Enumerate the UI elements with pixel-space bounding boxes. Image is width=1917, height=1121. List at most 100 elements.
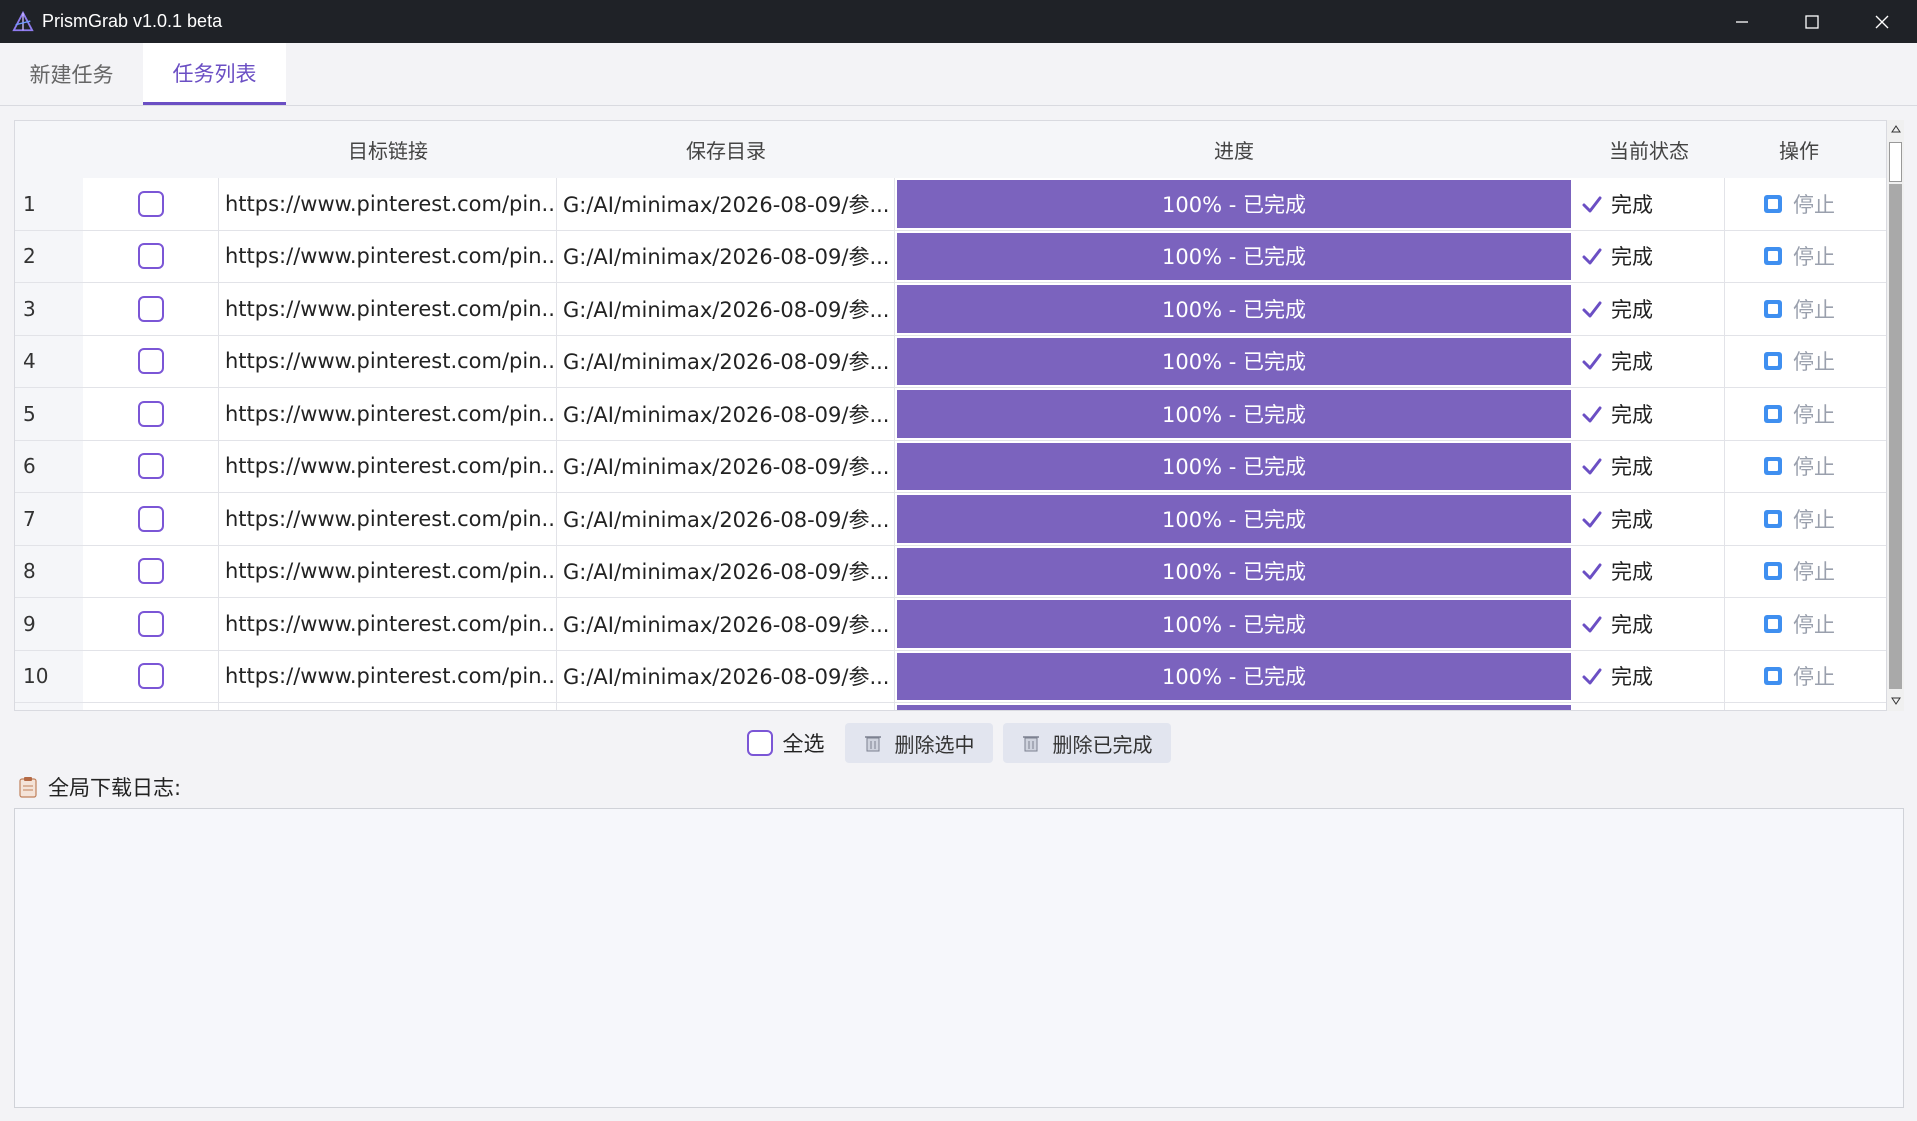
row-state: 完成 [1611, 245, 1653, 270]
row-checkbox[interactable] [137, 453, 164, 480]
stop-square-icon [1764, 509, 1782, 528]
row-progress-cell: 100% - 已完成 [895, 178, 1573, 230]
row-stop-button[interactable]: 停止 [1725, 336, 1873, 388]
row-stop-button[interactable]: 停止 [1725, 283, 1873, 335]
row-state: 完成 [1611, 402, 1653, 427]
checkmark-icon [1582, 458, 1602, 475]
row-stop-button[interactable]: 停止 [1725, 388, 1873, 440]
row-state-cell: 完成 [1573, 650, 1725, 702]
table-row[interactable]: 6 https://www.pinterest.com/pin... G:/AI… [15, 440, 1887, 493]
row-state-cell: 完成 [1573, 388, 1725, 440]
row-progress-bar: 100% - 已完成 [897, 600, 1571, 648]
row-progress-text: 100% - 已完成 [1162, 665, 1306, 690]
row-state: 完成 [1611, 455, 1653, 480]
table-row[interactable]: 1 https://www.pinterest.com/pin... G:/AI… [15, 178, 1887, 231]
scroll-track[interactable] [1889, 184, 1902, 689]
row-progress-bar: 100% - 已完成 [897, 547, 1571, 595]
row-progress-text: 100% - 已完成 [1162, 402, 1306, 427]
row-index: 6 [15, 440, 83, 492]
row-index: 9 [15, 598, 83, 650]
tab-new-task[interactable]: 新建任务 [0, 43, 143, 105]
table-row[interactable]: 10 https://www.pinterest.com/pin... G:/A… [15, 650, 1887, 703]
checkmark-icon [1582, 196, 1602, 213]
row-state-cell: 完成 [1573, 545, 1725, 597]
maximize-button[interactable] [1777, 0, 1847, 43]
table-row[interactable]: 8 https://www.pinterest.com/pin... G:/AI… [15, 545, 1887, 598]
checkmark-icon [1582, 511, 1602, 528]
table-row[interactable]: 5 https://www.pinterest.com/pin... G:/AI… [15, 388, 1887, 441]
row-state: 完成 [1611, 560, 1653, 585]
row-stop-button[interactable]: 停止 [1725, 651, 1873, 703]
table-row[interactable]: 3 https://www.pinterest.com/pin... G:/AI… [15, 283, 1887, 336]
log-output[interactable] [14, 808, 1904, 1108]
row-index: 4 [15, 335, 83, 387]
delete-selected-button[interactable]: 删除选中 [844, 723, 993, 763]
row-checkbox[interactable] [137, 663, 164, 690]
checkmark-icon [1582, 406, 1602, 423]
table-row[interactable]: 7 https://www.pinterest.com/pin... G:/AI… [15, 493, 1887, 546]
row-url: https://www.pinterest.com/pin... [219, 545, 557, 597]
scroll-down-icon[interactable] [1888, 693, 1904, 709]
header-dir[interactable]: 保存目录 [557, 121, 895, 178]
row-state-cell: 完成 [1573, 230, 1725, 282]
table-scrollbar[interactable] [1886, 120, 1904, 711]
row-progress-text: 100% - 已完成 [1162, 455, 1306, 480]
row-progress-cell: 100% - 已完成 [895, 283, 1573, 335]
row-stop-label: 停止 [1793, 507, 1835, 532]
row-progress-bar: 100% - 已完成 [897, 232, 1571, 280]
row-stop-button[interactable]: 停止 [1725, 546, 1873, 598]
select-all-box[interactable] [746, 730, 773, 756]
row-stop-button[interactable]: 停止 [1725, 598, 1873, 650]
stop-square-icon [1764, 299, 1782, 318]
row-checkbox-cell [83, 650, 219, 702]
row-stop-button[interactable]: 停止 [1725, 441, 1873, 493]
table-row[interactable]: 4 https://www.pinterest.com/pin... G:/AI… [15, 335, 1887, 388]
row-checkbox[interactable] [137, 348, 164, 375]
stop-square-icon [1764, 247, 1782, 266]
header-op[interactable]: 操作 [1725, 121, 1873, 178]
row-state-cell: 完成 [1573, 283, 1725, 335]
row-progress-cell: 100% - 已完成 [895, 651, 1573, 703]
row-checkbox[interactable] [137, 295, 164, 322]
row-dir: G:/AI/minimax/2026-08-09/参... [557, 335, 895, 387]
scroll-thumb[interactable] [1889, 142, 1902, 182]
row-progress-cell: 100% - 已完成 [895, 441, 1573, 493]
select-all-checkbox[interactable]: 全选 [746, 728, 825, 758]
row-checkbox[interactable] [137, 400, 164, 427]
row-checkbox-cell [83, 335, 219, 387]
minimize-icon [1736, 20, 1748, 23]
row-dir: G:/AI/minimax/2026-08-09/参... [557, 440, 895, 492]
table-row[interactable]: 2 https://www.pinterest.com/pin... G:/AI… [15, 230, 1887, 283]
prism-logo-icon [12, 10, 34, 31]
tab-task-list[interactable]: 任务列表 [143, 43, 286, 105]
row-progress-text: 100% - 已完成 [1162, 612, 1306, 637]
row-state-cell: 完成 [1573, 335, 1725, 387]
row-dir: G:/AI/minimax/2026-08-09/参... [557, 650, 895, 702]
row-state-cell: 完成 [1573, 440, 1725, 492]
row-index: 5 [15, 388, 83, 440]
row-index: 2 [15, 230, 83, 282]
row-checkbox[interactable] [137, 190, 164, 217]
header-url[interactable]: 目标链接 [219, 121, 557, 178]
header-progress[interactable]: 进度 [895, 121, 1573, 178]
row-progress-text: 100% - 已完成 [1162, 350, 1306, 375]
row-url: https://www.pinterest.com/pin... [219, 598, 557, 650]
row-checkbox[interactable] [137, 243, 164, 270]
delete-completed-button[interactable]: 删除已完成 [1002, 723, 1171, 763]
row-stop-button[interactable]: 停止 [1725, 178, 1873, 230]
minimize-button[interactable] [1707, 0, 1777, 43]
close-button[interactable] [1847, 0, 1917, 43]
log-label-text: 全局下载日志: [48, 776, 182, 800]
row-index: 10 [15, 650, 83, 702]
header-state[interactable]: 当前状态 [1573, 121, 1725, 178]
table-row[interactable]: 9 https://www.pinterest.com/pin... G:/AI… [15, 598, 1887, 651]
row-checkbox[interactable] [137, 558, 164, 585]
row-progress-bar: 100% - 已完成 [897, 442, 1571, 490]
row-checkbox[interactable] [137, 610, 164, 637]
row-stop-button[interactable]: 停止 [1725, 231, 1873, 283]
row-dir: G:/AI/minimax/2026-08-09/参... [557, 178, 895, 230]
row-checkbox-cell [83, 440, 219, 492]
scroll-up-icon[interactable] [1888, 121, 1904, 137]
row-stop-button[interactable]: 停止 [1725, 493, 1873, 545]
row-checkbox[interactable] [137, 505, 164, 532]
